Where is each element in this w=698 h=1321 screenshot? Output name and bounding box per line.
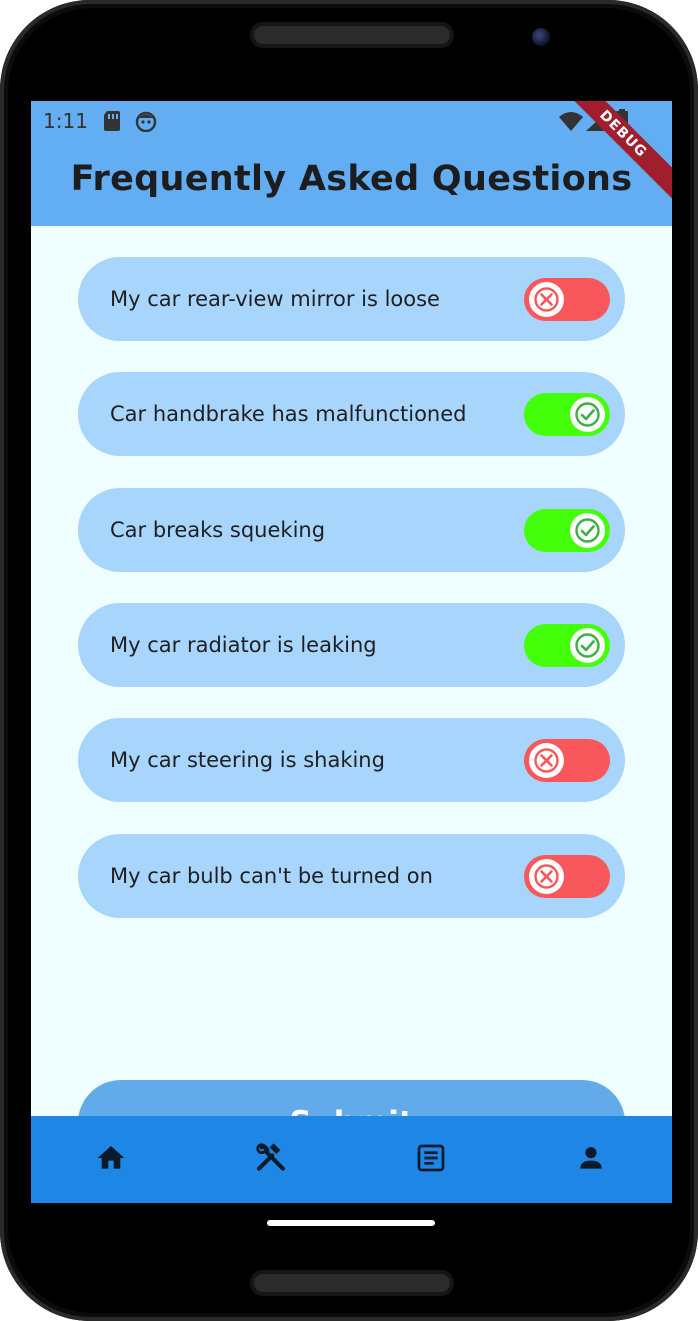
check-icon [575, 402, 600, 427]
article-icon [417, 1144, 445, 1172]
phone-frame: 1:11 DEBUG Frequently Asked Questions My… [0, 0, 698, 1321]
app-bar: 1:11 DEBUG Frequently Asked Questions [31, 101, 672, 226]
faq-item: My car rear-view mirror is loose [78, 257, 625, 341]
nav-item-profile[interactable] [511, 1116, 671, 1203]
faq-item: My car radiator is leaking [78, 603, 625, 687]
toggle-knob [570, 513, 605, 548]
page-title: Frequently Asked Questions [70, 159, 633, 199]
faq-question-label: My car bulb can't be turned on [110, 864, 433, 888]
nav-item-home[interactable] [31, 1116, 191, 1203]
nav-item-services[interactable] [191, 1116, 351, 1203]
front-camera [532, 28, 550, 46]
sd-card-icon [103, 110, 121, 136]
earpiece-speaker [250, 22, 454, 48]
nav-item-faq[interactable] [351, 1116, 511, 1203]
app-screen: 1:11 DEBUG Frequently Asked Questions My… [31, 101, 672, 1241]
toggle-knob [529, 859, 564, 894]
faq-item: Car breaks squeking [78, 488, 625, 572]
check-icon [575, 633, 600, 658]
bottom-speaker [250, 1270, 454, 1296]
faq-toggle-switch[interactable] [524, 624, 610, 667]
faq-item: Car handbrake has malfunctioned [78, 372, 625, 456]
faq-content: My car rear-view mirror is loose Car han… [31, 226, 672, 1166]
app-face-icon [135, 110, 157, 136]
faq-question-label: My car radiator is leaking [110, 633, 377, 657]
toggle-knob [529, 743, 564, 778]
check-icon [575, 518, 600, 543]
toggle-knob [529, 282, 564, 317]
tools-icon [256, 1143, 285, 1171]
close-icon [534, 864, 559, 889]
home-icon [97, 1146, 125, 1169]
system-gesture-area [31, 1203, 672, 1241]
person-icon [580, 1147, 602, 1169]
home-gesture-bar[interactable] [267, 1220, 435, 1226]
faq-toggle-switch[interactable] [524, 278, 610, 321]
status-time: 1:11 [43, 109, 88, 133]
close-icon [534, 287, 559, 312]
faq-question-label: My car steering is shaking [110, 748, 385, 772]
faq-toggle-switch[interactable] [524, 855, 610, 898]
bottom-navigation-bar [31, 1116, 672, 1203]
faq-toggle-switch[interactable] [524, 393, 610, 436]
faq-question-label: My car rear-view mirror is loose [110, 287, 440, 311]
faq-toggle-switch[interactable] [524, 739, 610, 782]
wifi-icon [559, 111, 583, 135]
faq-item: My car steering is shaking [78, 718, 625, 802]
close-icon [534, 748, 559, 773]
status-bar: 1:11 [31, 101, 672, 141]
faq-question-label: Car handbrake has malfunctioned [110, 402, 467, 426]
toggle-knob [570, 397, 605, 432]
faq-item: My car bulb can't be turned on [78, 834, 625, 918]
faq-toggle-switch[interactable] [524, 509, 610, 552]
toggle-knob [570, 628, 605, 663]
faq-question-label: Car breaks squeking [110, 518, 326, 542]
